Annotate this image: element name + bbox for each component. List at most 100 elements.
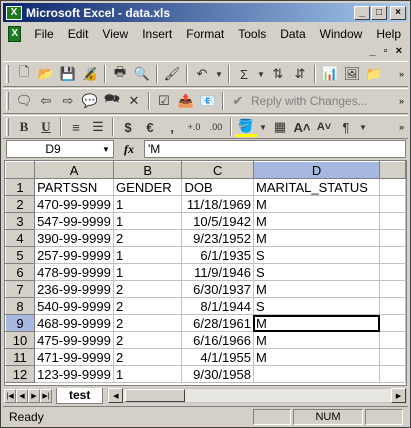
- fill-color-icon[interactable]: 🪣: [235, 117, 257, 137]
- sort-descending-icon[interactable]: ⇵: [289, 64, 311, 84]
- cell-d4[interactable]: M: [252, 229, 381, 247]
- borders-icon[interactable]: ▦: [269, 117, 291, 137]
- cell-blank[interactable]: [379, 246, 406, 264]
- cell-d12[interactable]: [252, 365, 381, 383]
- cell-c12[interactable]: 9/30/1958: [181, 365, 254, 383]
- cell-d3[interactable]: M: [252, 212, 381, 230]
- cell-blank[interactable]: [379, 297, 406, 315]
- delete-comment-icon[interactable]: ✕: [123, 91, 145, 111]
- cell-d10[interactable]: M: [252, 331, 381, 349]
- cell-b3[interactable]: 1: [113, 212, 183, 230]
- cell-b11[interactable]: 2: [113, 348, 183, 366]
- cell-b10[interactable]: 2: [113, 331, 183, 349]
- cell-a2[interactable]: 470-99-9999: [34, 195, 115, 213]
- scroll-track[interactable]: [123, 389, 391, 402]
- hide-comment-icon[interactable]: 🗪: [101, 91, 123, 111]
- cell-blank[interactable]: [379, 331, 406, 349]
- cell-b5[interactable]: 1: [113, 246, 183, 264]
- undo-dropdown-icon[interactable]: ▼: [213, 64, 225, 84]
- sort-ascending-icon[interactable]: ⇅: [267, 64, 289, 84]
- cell-c11[interactable]: 4/1/1955: [181, 348, 254, 366]
- close-button[interactable]: ×: [390, 5, 406, 20]
- cell-blank[interactable]: [379, 229, 406, 247]
- comma-style-icon[interactable]: ,: [161, 117, 183, 137]
- name-box-dropdown-icon[interactable]: ▼: [99, 141, 113, 157]
- doc-close-button[interactable]: ×: [396, 45, 402, 57]
- sheet-tab-test[interactable]: test: [56, 387, 104, 404]
- column-header-a[interactable]: A: [34, 161, 115, 179]
- row-header[interactable]: 4: [5, 229, 36, 247]
- maximize-button[interactable]: □: [371, 5, 387, 20]
- cell-blank[interactable]: [379, 212, 406, 230]
- print-icon[interactable]: 🖶: [109, 64, 131, 84]
- row-header[interactable]: 12: [5, 365, 36, 383]
- save-icon[interactable]: 💾: [57, 64, 79, 84]
- cell-c7[interactable]: 6/30/1937: [181, 280, 254, 298]
- row-header[interactable]: 6: [5, 263, 36, 281]
- cell-a11[interactable]: 471-99-9999: [34, 348, 115, 366]
- scroll-thumb[interactable]: [125, 389, 186, 402]
- scroll-right-icon[interactable]: ▶: [391, 388, 406, 403]
- cell-d2[interactable]: M: [252, 195, 381, 213]
- cell-c4[interactable]: 9/23/1952: [181, 229, 254, 247]
- cell-blank[interactable]: [379, 263, 406, 281]
- format-painter-icon[interactable]: 🖌: [161, 64, 183, 84]
- autosum-dropdown-icon[interactable]: ▼: [255, 64, 267, 84]
- row-header[interactable]: 2: [5, 195, 36, 213]
- menu-data[interactable]: Data: [273, 27, 312, 41]
- row-header[interactable]: 8: [5, 297, 36, 315]
- cell-a7[interactable]: 236-99-9999: [34, 280, 115, 298]
- row-header[interactable]: 3: [5, 212, 36, 230]
- doc-minimize-button[interactable]: _: [370, 45, 376, 57]
- cell-a6[interactable]: 478-99-9999: [34, 263, 115, 281]
- cell-b8[interactable]: 2: [113, 297, 183, 315]
- bold-icon[interactable]: B: [13, 117, 35, 137]
- column-header-b[interactable]: B: [113, 161, 183, 179]
- workbook-icon[interactable]: X: [8, 26, 22, 42]
- row-header[interactable]: 7: [5, 280, 36, 298]
- cell-d8[interactable]: S: [252, 297, 381, 315]
- show-comment-icon[interactable]: 💬: [79, 91, 101, 111]
- menu-tools[interactable]: Tools: [231, 27, 273, 41]
- horizontal-scrollbar[interactable]: ◀ ▶: [107, 388, 407, 403]
- cell-b2[interactable]: 1: [113, 195, 183, 213]
- paragraph-dropdown-icon[interactable]: ▼: [357, 117, 369, 137]
- currency-icon[interactable]: $: [117, 117, 139, 137]
- decrease-decimal-icon[interactable]: .00: [205, 117, 227, 137]
- toolbar-grip[interactable]: [6, 118, 9, 136]
- cell-a3[interactable]: 547-99-9999: [34, 212, 115, 230]
- column-header-d[interactable]: D: [252, 161, 381, 179]
- cell-blank[interactable]: [379, 314, 406, 332]
- cell-blank[interactable]: [379, 178, 406, 196]
- cell-b9[interactable]: 2: [113, 314, 183, 332]
- menu-window[interactable]: Window: [313, 27, 370, 41]
- cell-a1[interactable]: PARTSSN: [34, 178, 115, 196]
- new-icon[interactable]: 🗋: [13, 64, 35, 84]
- cell-blank[interactable]: [379, 365, 406, 383]
- euro-icon[interactable]: €: [139, 117, 161, 137]
- first-sheet-icon[interactable]: |◀: [4, 388, 16, 403]
- cell-b1[interactable]: GENDER: [113, 178, 183, 196]
- excel-app-icon[interactable]: X: [6, 5, 22, 20]
- cell-c2[interactable]: 11/18/1969: [181, 195, 254, 213]
- select-all-corner[interactable]: [5, 161, 36, 179]
- toolbar-options-icon[interactable]: »: [399, 69, 404, 79]
- cell-b6[interactable]: 1: [113, 263, 183, 281]
- doc-restore-button[interactable]: ▫: [384, 45, 388, 57]
- cell-b12[interactable]: 1: [113, 365, 183, 383]
- increase-decimal-icon[interactable]: +.0: [183, 117, 205, 137]
- cell-blank[interactable]: [379, 348, 406, 366]
- cell-d5[interactable]: S: [252, 246, 381, 264]
- insert-comment-icon[interactable]: 🗨: [13, 91, 35, 111]
- chart-wizard-icon[interactable]: 📊: [319, 64, 341, 84]
- toolbar-grip[interactable]: [6, 92, 9, 110]
- menu-view[interactable]: View: [95, 27, 135, 41]
- decrease-font-icon[interactable]: A˅: [313, 117, 335, 137]
- name-box[interactable]: D9 ▼: [6, 140, 114, 158]
- underline-icon[interactable]: U: [35, 117, 57, 137]
- track-changes-icon[interactable]: ☑: [153, 91, 175, 111]
- folder-icon[interactable]: 📁: [363, 64, 385, 84]
- cell-a12[interactable]: 123-99-9999: [34, 365, 115, 383]
- cell-b4[interactable]: 2: [113, 229, 183, 247]
- row-header[interactable]: 5: [5, 246, 36, 264]
